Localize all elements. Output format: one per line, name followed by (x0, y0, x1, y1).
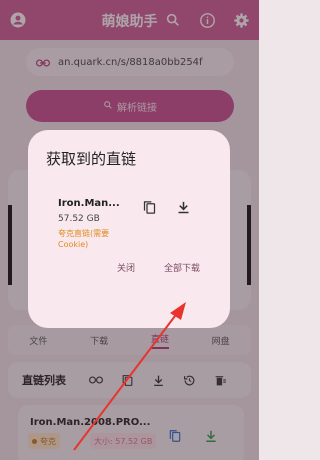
annotation-arrow-icon (73, 302, 186, 451)
